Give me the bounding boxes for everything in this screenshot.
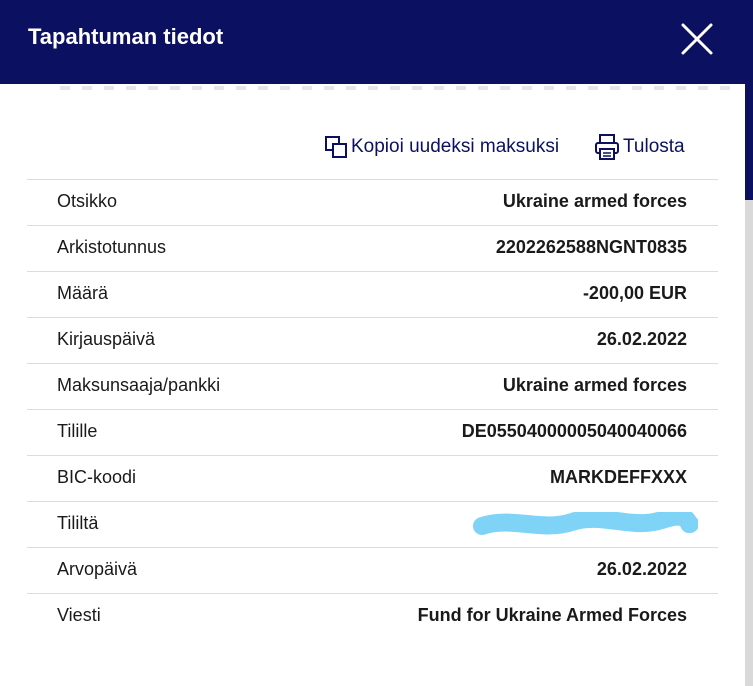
action-bar: Kopioi uudeksi maksuksi Tulosta (0, 130, 745, 164)
detail-value: Ukraine armed forces (502, 375, 687, 395)
detail-label: Kirjauspäivä (57, 329, 156, 349)
printer-icon (595, 134, 619, 160)
detail-row-value-date: Arvopäivä 26.02.2022 (27, 547, 718, 593)
detail-label: Viesti (57, 605, 101, 625)
copy-as-new-payment-label: Kopioi uudeksi maksuksi (351, 136, 560, 157)
backdrop-scroll-edge (745, 200, 753, 686)
detail-value: Ukraine armed forces (502, 191, 687, 211)
detail-value: DE05504000005040040066 (461, 421, 687, 441)
detail-row-from-account: Tililtä (27, 501, 718, 547)
detail-value: 26.02.2022 (596, 329, 687, 349)
detail-label: Arvopäivä (57, 559, 138, 579)
close-button[interactable] (674, 16, 720, 62)
transaction-details-list: Otsikko Ukraine armed forces Arkistotunn… (27, 179, 718, 639)
print-button[interactable]: Tulosta (594, 130, 685, 164)
detail-value: MARKDEFFXXX (549, 467, 687, 487)
detail-value: Fund for Ukraine Armed Forces (417, 605, 687, 625)
detail-row-amount: Määrä -200,00 EUR (27, 271, 718, 317)
detail-value: 26.02.2022 (596, 559, 687, 579)
detail-value: 2202262588NGNT0835 (495, 237, 687, 257)
detail-label: Tililtä (57, 513, 99, 533)
copy-icon (325, 136, 347, 158)
detail-label: Otsikko (57, 191, 118, 211)
detail-row-archive-id: Arkistotunnus 2202262588NGNT0835 (27, 225, 718, 271)
detail-label: Maksunsaaja/pankki (57, 375, 221, 395)
header-divider (60, 86, 740, 90)
detail-label: Määrä (57, 283, 109, 303)
modal-title: Tapahtuman tiedot (28, 24, 224, 49)
detail-row-payee: Maksunsaaja/pankki Ukraine armed forces (27, 363, 718, 409)
copy-as-new-payment-button[interactable]: Kopioi uudeksi maksuksi (324, 130, 559, 164)
backdrop-edge (745, 0, 753, 200)
close-icon (681, 23, 713, 55)
detail-row-bic: BIC-koodi MARKDEFFXXX (27, 455, 718, 501)
modal-header: Tapahtuman tiedot (0, 0, 745, 84)
detail-row-booking-date: Kirjauspäivä 26.02.2022 (27, 317, 718, 363)
detail-label: BIC-koodi (57, 467, 137, 487)
transaction-details-modal: Tapahtuman tiedot Kopioi uudeksi maksuks… (0, 0, 745, 686)
detail-row-to-account: Tilille DE05504000005040040066 (27, 409, 718, 455)
print-label: Tulosta (623, 136, 685, 157)
detail-value: -200,00 EUR (582, 283, 687, 303)
detail-row-title: Otsikko Ukraine armed forces (27, 179, 718, 225)
redaction-scribble (473, 512, 698, 535)
detail-row-message: Viesti Fund for Ukraine Armed Forces (27, 593, 718, 639)
detail-label: Tilille (57, 421, 98, 441)
detail-label: Arkistotunnus (57, 237, 167, 257)
